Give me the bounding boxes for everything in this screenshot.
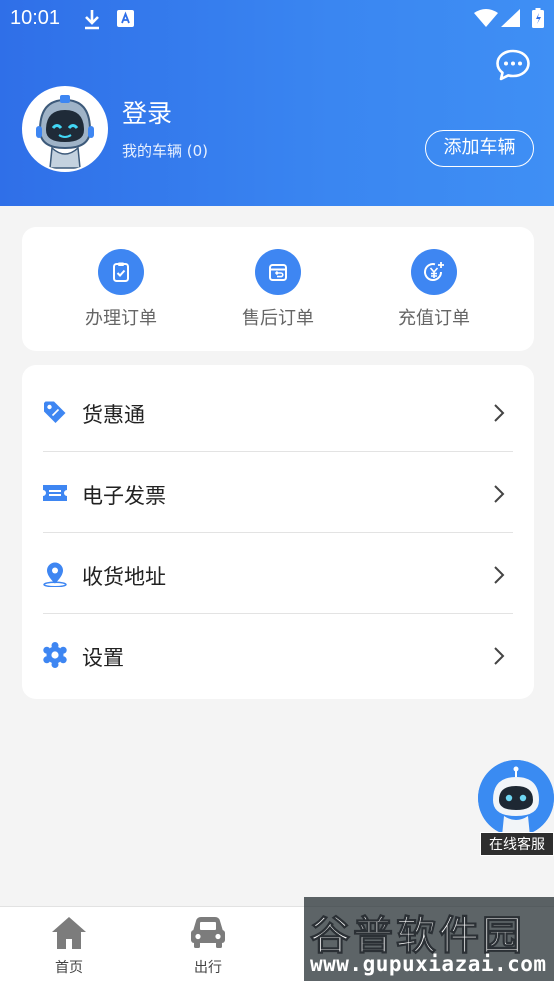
chevron-right-icon (494, 404, 505, 422)
clipboard-check-icon (98, 249, 144, 295)
menu-item-huohuitong[interactable]: 货惠通 (22, 371, 534, 452)
order-label: 办理订单 (85, 308, 157, 329)
online-service-label: 在线客服 (480, 832, 554, 856)
chevron-right-icon (494, 647, 505, 665)
menu-item-label: 收货地址 (82, 565, 166, 589)
order-item-recharge[interactable]: 充值订单 (374, 249, 494, 330)
menu-item-settings[interactable]: 设置 (22, 614, 534, 695)
message-icon[interactable] (495, 48, 531, 82)
tag-icon (44, 401, 66, 423)
status-time: 10:01 (10, 7, 61, 29)
add-vehicle-button[interactable]: 添加车辆 (425, 130, 534, 167)
order-label: 售后订单 (242, 308, 314, 329)
watermark: 谷普软件园 www.gupuxiazai.com (304, 897, 554, 981)
nav-item-travel[interactable]: 出行 (168, 915, 248, 977)
menu-item-label: 电子发票 (82, 484, 166, 508)
nav-item-home[interactable]: 首页 (29, 915, 109, 977)
robot-service-icon (478, 760, 554, 836)
chevron-right-icon (494, 566, 505, 584)
nav-label: 首页 (55, 960, 83, 976)
car-icon (191, 917, 225, 948)
orders-card: 办理订单 售后订单 充值订单 (22, 227, 534, 351)
app-notification-icon (117, 10, 134, 27)
watermark-url: www.gupuxiazai.com (310, 952, 547, 976)
gear-icon (43, 642, 67, 668)
order-label: 充值订单 (398, 308, 470, 329)
order-item-aftersale[interactable]: 售后订单 (218, 249, 338, 330)
nav-label: 出行 (194, 960, 222, 976)
wifi-icon (474, 9, 498, 27)
download-icon (85, 10, 99, 30)
box-return-icon (255, 249, 301, 295)
online-service-button[interactable]: 在线客服 (478, 760, 554, 856)
status-bar: 10:01 (0, 0, 554, 38)
menu-item-label: 货惠通 (82, 403, 145, 427)
menu-card: 货惠通 电子发票 收货地址 设置 (22, 365, 534, 699)
menu-item-address[interactable]: 收货地址 (22, 533, 534, 614)
avatar[interactable] (22, 86, 108, 172)
menu-item-invoice[interactable]: 电子发票 (22, 452, 534, 533)
robot-avatar-icon (24, 88, 106, 170)
profile-header: 10:01 登录 我的车辆 (0) 添加车辆 (0, 0, 554, 206)
home-icon (52, 917, 86, 949)
signal-icon (501, 9, 520, 27)
menu-item-label: 设置 (82, 646, 124, 670)
battery-icon (532, 8, 544, 28)
login-title[interactable]: 登录 (122, 94, 172, 130)
my-vehicles-count[interactable]: 我的车辆 (0) (122, 140, 208, 161)
ticket-icon (43, 485, 67, 501)
chevron-right-icon (494, 485, 505, 503)
location-pin-icon (43, 562, 67, 587)
yuan-recharge-icon (411, 249, 457, 295)
order-item-processing[interactable]: 办理订单 (61, 249, 181, 330)
